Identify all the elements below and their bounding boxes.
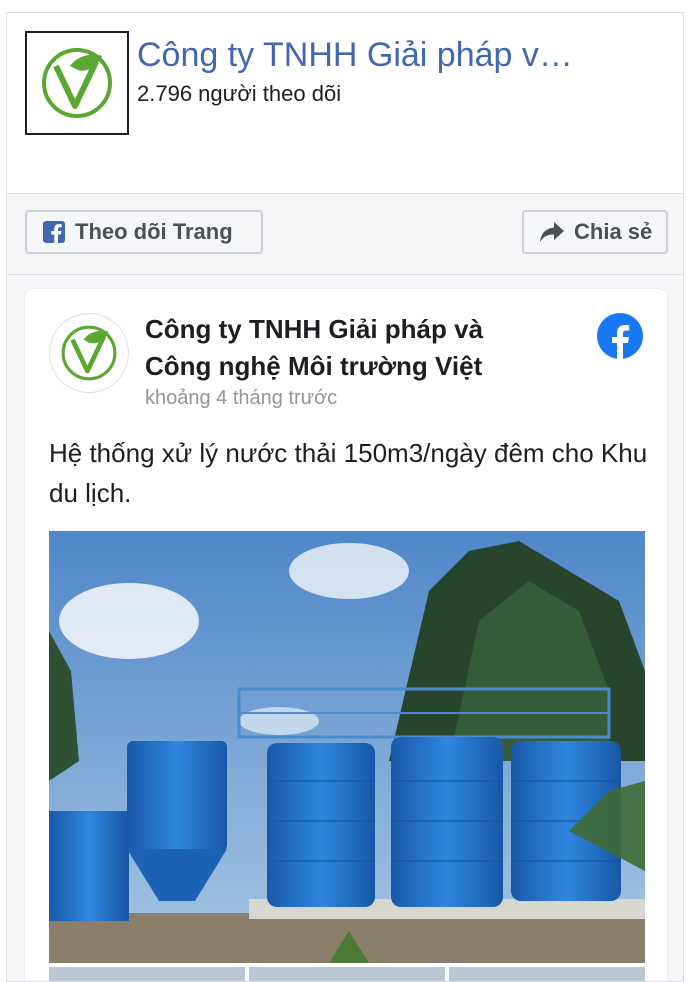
action-bar: Theo dõi Trang Chia sẻ	[7, 194, 683, 275]
follower-count: 2.796 người theo dõi	[137, 81, 342, 106]
post-card: Công ty TNHH Giải pháp và Công nghệ Môi …	[25, 289, 667, 981]
facebook-square-icon	[43, 221, 65, 243]
facebook-page-plugin: Công ty TNHH Giải pháp v… 2.796 người th…	[6, 12, 684, 982]
facebook-logo-icon[interactable]	[597, 313, 643, 359]
water-tanks-photo	[49, 531, 645, 963]
photo-thumbnails	[49, 967, 645, 981]
thumbnail[interactable]	[249, 967, 445, 981]
page-name-link[interactable]: Công ty TNHH Giải pháp v…	[137, 35, 657, 75]
post-text: Hệ thống xử lý nước thải 150m3/ngày đêm …	[49, 438, 648, 508]
share-button[interactable]: Chia sẻ	[522, 210, 668, 254]
post-photo[interactable]	[49, 531, 645, 963]
follow-page-label: Theo dõi Trang	[75, 219, 233, 244]
follow-page-button[interactable]: Theo dõi Trang	[25, 210, 263, 254]
post-author-link[interactable]: Công ty TNHH Giải pháp và Công nghệ Môi …	[145, 311, 545, 385]
leaf-v-logo-icon	[61, 325, 117, 381]
page-header: Công ty TNHH Giải pháp v… 2.796 người th…	[7, 13, 683, 194]
post-timestamp[interactable]: khoảng 4 tháng trước	[145, 387, 337, 410]
share-arrow-icon	[540, 222, 564, 242]
page-logo[interactable]	[25, 31, 129, 135]
post-avatar[interactable]	[49, 313, 129, 393]
thumbnail[interactable]	[449, 967, 645, 981]
thumbnail[interactable]	[49, 967, 245, 981]
leaf-v-logo-icon	[42, 48, 112, 118]
share-label: Chia sẻ	[574, 219, 653, 244]
